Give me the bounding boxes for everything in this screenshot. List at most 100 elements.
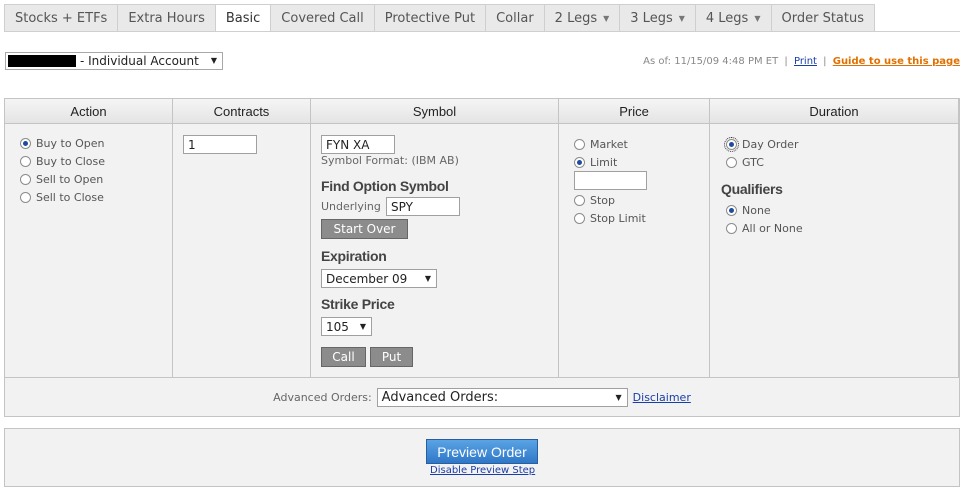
expiration-heading: Expiration xyxy=(321,248,387,264)
symbol-format-note: Symbol Format: (IBM AB) xyxy=(321,154,459,167)
tab-label: 3 Legs xyxy=(630,10,673,26)
radio-selected-icon xyxy=(726,204,737,216)
order-entry-table: Action Buy to Open Buy to Close Sell to … xyxy=(4,98,960,417)
radio-buy-to-close[interactable]: Buy to Close xyxy=(20,152,172,170)
tab-extra-hours[interactable]: Extra Hours xyxy=(118,4,216,32)
duration-header: Duration xyxy=(710,99,958,124)
chevron-down-icon: ▼ xyxy=(754,13,761,23)
radio-limit[interactable]: Limit xyxy=(574,153,628,171)
disclaimer-link[interactable]: Disclaimer xyxy=(633,391,691,404)
limit-price-input[interactable] xyxy=(574,171,647,190)
expiration-select[interactable]: December 09 ▼ xyxy=(321,269,437,288)
duration-column: Duration Day Order GTC Qualifiers None A… xyxy=(710,99,959,377)
radio-all-or-none[interactable]: All or None xyxy=(726,219,803,237)
radio-icon xyxy=(20,155,31,167)
radio-icon xyxy=(574,194,585,206)
guide-link[interactable]: Guide to use this page xyxy=(833,56,960,67)
radio-label: Sell to Open xyxy=(36,172,104,186)
as-of-bar: As of: 11/15/09 4:48 PM ET | Print | Gui… xyxy=(643,56,960,67)
radio-icon xyxy=(574,212,585,224)
put-button[interactable]: Put xyxy=(370,347,413,367)
tab-stocks-etfs[interactable]: Stocks + ETFs xyxy=(4,4,119,32)
contracts-header: Contracts xyxy=(173,99,310,124)
symbol-column: Symbol FYN XA Symbol Format: (IBM AB) Fi… xyxy=(311,99,559,377)
radio-label: Market xyxy=(590,137,628,151)
symbol-header: Symbol xyxy=(311,99,558,124)
radio-stop-limit[interactable]: Stop Limit xyxy=(574,209,646,227)
radio-label: Stop xyxy=(590,193,616,207)
account-label: - Individual Account xyxy=(80,54,199,68)
tab-basic[interactable]: Basic xyxy=(215,4,272,32)
tab-label: Basic xyxy=(225,10,261,26)
tab-covered-call[interactable]: Covered Call xyxy=(271,4,375,32)
tab-label: Covered Call xyxy=(281,10,364,26)
strike-price-heading: Strike Price xyxy=(321,296,395,312)
strike-price-select[interactable]: 105 ▼ xyxy=(321,317,372,336)
advanced-orders-row: Advanced Orders: Advanced Orders: ▼ Disc… xyxy=(5,377,959,416)
tab-4-legs[interactable]: 4 Legs ▼ xyxy=(695,4,772,32)
tab-3-legs[interactable]: 3 Legs ▼ xyxy=(620,4,696,32)
radio-label: All or None xyxy=(742,221,803,235)
underlying-input[interactable]: SPY xyxy=(386,197,460,216)
radio-label: Buy to Open xyxy=(36,136,105,150)
radio-sell-to-open[interactable]: Sell to Open xyxy=(20,170,172,188)
order-type-tabs: Stocks + ETFs Extra Hours Basic Covered … xyxy=(4,4,876,32)
radio-icon xyxy=(20,191,31,203)
tab-label: 4 Legs xyxy=(705,10,749,26)
preview-order-button[interactable]: Preview Order xyxy=(426,439,538,464)
radio-label: Sell to Close xyxy=(36,190,104,204)
price-column: Price Market Limit Stop Stop Limit xyxy=(559,99,710,377)
radio-gtc[interactable]: GTC xyxy=(726,153,798,171)
radio-label: GTC xyxy=(742,155,764,169)
radio-icon xyxy=(574,138,585,150)
expiration-value: December 09 xyxy=(326,271,408,286)
radio-sell-to-close[interactable]: Sell to Close xyxy=(20,188,172,206)
radio-none[interactable]: None xyxy=(726,201,803,219)
chevron-down-icon: ▼ xyxy=(424,274,431,283)
preview-panel: Preview Order Disable Preview Step xyxy=(4,428,960,487)
contracts-input[interactable]: 1 xyxy=(183,135,257,154)
radio-selected-icon xyxy=(724,136,739,152)
advanced-orders-value: Advanced Orders: xyxy=(381,389,499,405)
tab-label: Collar xyxy=(496,10,534,26)
start-over-button[interactable]: Start Over xyxy=(321,219,408,239)
account-select[interactable]: - Individual Account ▼ xyxy=(5,52,223,70)
tab-label: Order Status xyxy=(781,10,865,26)
print-link[interactable]: Print xyxy=(794,56,817,67)
radio-icon xyxy=(726,156,737,168)
advanced-orders-label: Advanced Orders: xyxy=(273,390,372,404)
find-option-heading: Find Option Symbol xyxy=(321,178,449,194)
chevron-down-icon: ▼ xyxy=(603,13,610,23)
tab-label: Protective Put xyxy=(384,10,476,26)
underlying-label: Underlying xyxy=(321,200,381,213)
radio-icon xyxy=(20,173,31,185)
redacted-account-number xyxy=(8,55,76,67)
radio-icon xyxy=(726,222,737,234)
radio-selected-icon xyxy=(574,156,585,168)
qualifiers-heading: Qualifiers xyxy=(721,181,783,197)
tab-divider xyxy=(4,31,960,32)
tab-2-legs[interactable]: 2 Legs ▼ xyxy=(544,4,621,32)
tab-order-status[interactable]: Order Status xyxy=(771,4,876,32)
radio-selected-icon xyxy=(20,137,31,149)
action-column: Action Buy to Open Buy to Close Sell to … xyxy=(5,99,173,377)
tab-collar[interactable]: Collar xyxy=(486,4,545,32)
symbol-input[interactable]: FYN XA xyxy=(321,135,395,154)
strike-price-value: 105 xyxy=(326,319,349,334)
tab-label: Stocks + ETFs xyxy=(15,10,108,26)
as-of-timestamp: As of: 11/15/09 4:48 PM ET xyxy=(643,56,779,67)
separator: | xyxy=(784,56,788,67)
action-header: Action xyxy=(5,99,172,124)
radio-buy-to-open[interactable]: Buy to Open xyxy=(20,134,172,152)
radio-market[interactable]: Market xyxy=(574,135,628,153)
advanced-orders-select[interactable]: Advanced Orders: ▼ xyxy=(376,387,628,407)
price-header: Price xyxy=(559,99,709,124)
contracts-column: Contracts 1 xyxy=(173,99,311,377)
radio-stop[interactable]: Stop xyxy=(574,191,646,209)
tab-protective-put[interactable]: Protective Put xyxy=(374,4,487,32)
call-button[interactable]: Call xyxy=(321,347,366,367)
disable-preview-link[interactable]: Disable Preview Step xyxy=(430,465,535,476)
tab-label: 2 Legs xyxy=(554,10,598,26)
radio-label: Buy to Close xyxy=(36,154,106,168)
radio-day-order[interactable]: Day Order xyxy=(724,135,798,153)
